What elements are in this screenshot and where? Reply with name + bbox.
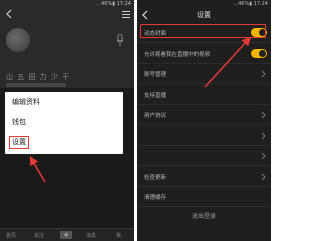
settings-row-label: 检查更新 xyxy=(144,174,167,181)
nav-follow[interactable]: 关注 xyxy=(34,232,44,239)
settings-row[interactable]: 用户协议 xyxy=(137,106,271,125)
nav-add-button[interactable]: + xyxy=(60,231,72,239)
menu-item-settings[interactable]: 设置 xyxy=(9,136,29,149)
settings-row-label: 清理缓存 xyxy=(144,195,167,201)
toggle-switch[interactable] xyxy=(251,48,267,58)
settings-row[interactable]: 允许观看我在直播中的视频 xyxy=(137,45,271,64)
status-bar: …46%▮ 17:24 xyxy=(96,1,131,7)
chevron-right-icon xyxy=(261,132,266,139)
more-menu-icon[interactable] xyxy=(122,10,130,19)
settings-header: 设置 xyxy=(137,8,271,22)
toggle-knob xyxy=(259,49,266,57)
settings-row[interactable]: 清理缓存 xyxy=(137,188,271,207)
bottom-nav: 首页 关注 + 消息 我 xyxy=(0,228,134,241)
status-bar: …46%▮ 17:24 xyxy=(233,1,268,7)
page-title: 设置 xyxy=(197,11,211,19)
popup-menu: 编辑资料 钱包 设置 xyxy=(5,92,123,154)
nav-messages[interactable]: 消息 xyxy=(86,232,96,239)
chevron-right-icon xyxy=(261,111,266,119)
top-bar xyxy=(0,8,134,22)
settings-row[interactable] xyxy=(137,147,271,166)
settings-row[interactable] xyxy=(137,127,271,146)
settings-row-label: 账号管理 xyxy=(144,72,167,78)
mic-icon[interactable] xyxy=(116,34,124,46)
avatar[interactable] xyxy=(6,28,30,52)
right-phone-screen: …46%▮ 17:24 设置 动态封面 允许观看我在直播中的视频 账号管理 支持直播用… xyxy=(137,0,271,241)
nav-home[interactable]: 首页 xyxy=(6,232,16,239)
logout-button[interactable]: 退出登录 xyxy=(137,211,271,220)
nav-me[interactable]: 我 xyxy=(116,232,121,239)
settings-row-label: 用户协议 xyxy=(144,113,167,119)
back-icon[interactable] xyxy=(4,9,14,19)
menu-item-wallet[interactable]: 钱包 xyxy=(12,118,26,127)
highlight-box xyxy=(140,24,266,38)
settings-row-label: 支持直播 xyxy=(144,92,167,99)
profile-name: 山 五 田 力 少 干 xyxy=(6,73,71,81)
left-phone-screen: …46%▮ 17:24 山 五 田 力 少 干 编辑资料 钱包 设置 首页 关注… xyxy=(0,0,134,241)
settings-row-label: 允许观看我在直播中的视频 xyxy=(144,51,211,58)
chevron-right-icon xyxy=(261,152,266,160)
profile-subtitle-placeholder xyxy=(6,83,66,87)
menu-item-edit-profile[interactable]: 编辑资料 xyxy=(12,98,40,107)
chevron-right-icon xyxy=(261,173,266,180)
settings-row[interactable]: 支持直播 xyxy=(137,86,271,105)
chevron-right-icon xyxy=(261,70,266,78)
settings-row[interactable]: 检查更新 xyxy=(137,168,271,187)
settings-row[interactable]: 账号管理 xyxy=(137,65,271,84)
